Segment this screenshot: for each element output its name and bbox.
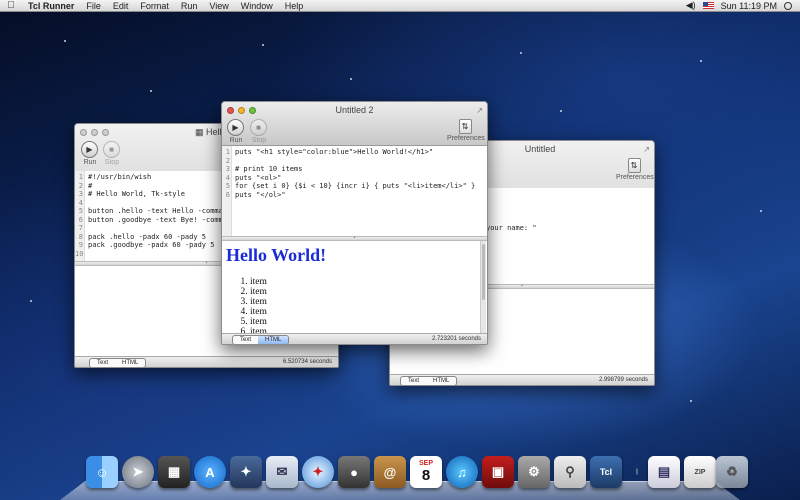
list-item: item bbox=[250, 297, 267, 307]
traffic-lights bbox=[80, 129, 109, 136]
output-mode-control: Text HTML bbox=[400, 376, 458, 385]
stop-icon: ■ bbox=[250, 119, 267, 136]
status-bar: Text HTML 6.520734 seconds bbox=[75, 356, 338, 367]
list-item: item bbox=[250, 287, 267, 297]
run-button[interactable]: ▶ Run bbox=[227, 119, 245, 144]
output-heading: Hello World! bbox=[226, 245, 327, 265]
preferences-button[interactable]: ⇅ Preferences bbox=[616, 158, 654, 181]
menu-edit[interactable]: Edit bbox=[107, 1, 135, 11]
documents-stack-icon[interactable]: ▤ bbox=[648, 456, 680, 488]
photo-booth-icon[interactable]: ▣ bbox=[482, 456, 514, 488]
code-text[interactable]: puts "<h1 style="color:blue">Hello World… bbox=[235, 148, 475, 199]
line-numbers: 123456 bbox=[222, 146, 232, 236]
status-bar: Text HTML 2.723201 seconds bbox=[222, 333, 487, 344]
document-icon: ▦ bbox=[195, 127, 204, 137]
html-tab[interactable]: HTML bbox=[258, 336, 289, 344]
itunes-icon[interactable]: ♫ bbox=[446, 456, 478, 488]
preferences-button[interactable]: ⇅ Preferences bbox=[447, 119, 485, 142]
menu-window[interactable]: Window bbox=[235, 1, 279, 11]
window-titlebar[interactable]: Untitled 2 ↗ ▶ Run ■ Stop ⇅ Preferences bbox=[222, 102, 487, 146]
window-title: Untitled 2 bbox=[335, 105, 374, 115]
apple-icon[interactable]:  bbox=[0, 0, 22, 11]
output-list: item item item item item item bbox=[250, 277, 267, 333]
code-text[interactable]: your name: " bbox=[486, 224, 537, 233]
system-preferences-icon[interactable]: ⚙ bbox=[518, 456, 550, 488]
html-tab[interactable]: HTML bbox=[426, 377, 456, 385]
play-icon: ▶ bbox=[81, 141, 98, 158]
volume-icon[interactable]: ◀) bbox=[686, 0, 696, 11]
stop-icon: ■ bbox=[103, 141, 120, 158]
trash-icon[interactable]: ♻ bbox=[716, 456, 748, 488]
tcl-runner-icon[interactable]: Tcl bbox=[590, 456, 622, 488]
line-numbers: 1 2 3 4 5 6 7 8 9 10 bbox=[75, 171, 85, 261]
calendar-icon[interactable]: SEP 8 bbox=[410, 456, 442, 488]
facetime-icon[interactable]: ● bbox=[338, 456, 370, 488]
output-scrollbar[interactable] bbox=[480, 241, 486, 333]
html-tab[interactable]: HTML bbox=[115, 359, 145, 367]
safari-icon[interactable]: ✦ bbox=[302, 456, 334, 488]
menu-bar:  Tcl Runner File Edit Format Run View W… bbox=[0, 0, 800, 12]
menu-view[interactable]: View bbox=[203, 1, 234, 11]
list-item: item bbox=[250, 277, 267, 287]
output-mode-control: Text HTML bbox=[89, 358, 147, 367]
timing-label: 2.723201 seconds bbox=[431, 336, 481, 342]
mission-control-icon[interactable]: ▦ bbox=[158, 456, 190, 488]
list-item: item bbox=[250, 307, 267, 317]
status-bar: Text HTML 2.998799 seconds bbox=[390, 374, 654, 385]
preferences-icon: ⇅ bbox=[458, 119, 472, 134]
fullscreen-icon[interactable]: ↗ bbox=[476, 106, 483, 115]
text-tab[interactable]: Text bbox=[90, 359, 115, 367]
finder-icon[interactable]: ☺ bbox=[86, 456, 118, 488]
dock: ☺ ➤ ▦ A ✦ ✉ ✦ ● @ SEP 8 ♫ ▣ ⚙ ⚲ Tcl | ▤ … bbox=[60, 450, 748, 500]
mail-icon[interactable]: ✉ bbox=[266, 456, 298, 488]
html-output-pane: Hello World! item item item item item it… bbox=[222, 241, 487, 333]
calendar-month: SEP bbox=[418, 460, 433, 467]
menu-help[interactable]: Help bbox=[279, 1, 310, 11]
output-mode-control: Text HTML bbox=[232, 335, 290, 344]
zoom-button[interactable] bbox=[102, 129, 109, 136]
clock[interactable]: Sun 11:19 PM bbox=[721, 1, 777, 11]
fullscreen-icon[interactable]: ↗ bbox=[643, 145, 650, 154]
text-tab[interactable]: Text bbox=[233, 336, 258, 344]
preview-icon[interactable]: ✦ bbox=[230, 456, 262, 488]
launchpad-icon[interactable]: ➤ bbox=[122, 456, 154, 488]
preferences-icon: ⇅ bbox=[627, 158, 641, 173]
stop-button[interactable]: ■ Stop bbox=[250, 119, 268, 144]
menu-run[interactable]: Run bbox=[175, 1, 204, 11]
close-button[interactable] bbox=[80, 129, 87, 136]
menu-format[interactable]: Format bbox=[134, 1, 175, 11]
timing-label: 2.998799 seconds bbox=[598, 377, 648, 383]
minimize-button[interactable] bbox=[91, 129, 98, 136]
dock-separator: | bbox=[636, 469, 638, 475]
code-editor[interactable]: 123456 puts "<h1 style="color:blue">Hell… bbox=[222, 146, 487, 236]
stop-button[interactable]: ■ Stop bbox=[103, 141, 121, 166]
spotlight-search-icon[interactable] bbox=[784, 1, 792, 10]
app-store-icon[interactable]: A bbox=[194, 456, 226, 488]
untitled-2-window: Untitled 2 ↗ ▶ Run ■ Stop ⇅ Preferences … bbox=[221, 101, 488, 345]
menu-app-name[interactable]: Tcl Runner bbox=[22, 1, 80, 11]
tcl-label: Tcl bbox=[599, 467, 613, 477]
menu-file[interactable]: File bbox=[80, 1, 107, 11]
address-book-icon[interactable]: @ bbox=[374, 456, 406, 488]
code-text[interactable]: #!/usr/bin/wish # # Hello World, Tk-styl… bbox=[88, 173, 240, 250]
run-button[interactable]: ▶ Run bbox=[81, 141, 99, 166]
calendar-day: 8 bbox=[421, 467, 431, 484]
list-item: item bbox=[250, 317, 267, 327]
timing-label: 6.520734 seconds bbox=[282, 359, 332, 365]
play-icon: ▶ bbox=[227, 119, 244, 136]
zip-label: ZIP bbox=[694, 468, 706, 476]
scrollbar-thumb[interactable] bbox=[482, 244, 485, 300]
zip-file-icon[interactable]: ZIP bbox=[684, 456, 716, 488]
text-tab[interactable]: Text bbox=[401, 377, 426, 385]
preview-icon[interactable]: ⚲ bbox=[554, 456, 586, 488]
us-flag-icon[interactable] bbox=[702, 2, 714, 9]
